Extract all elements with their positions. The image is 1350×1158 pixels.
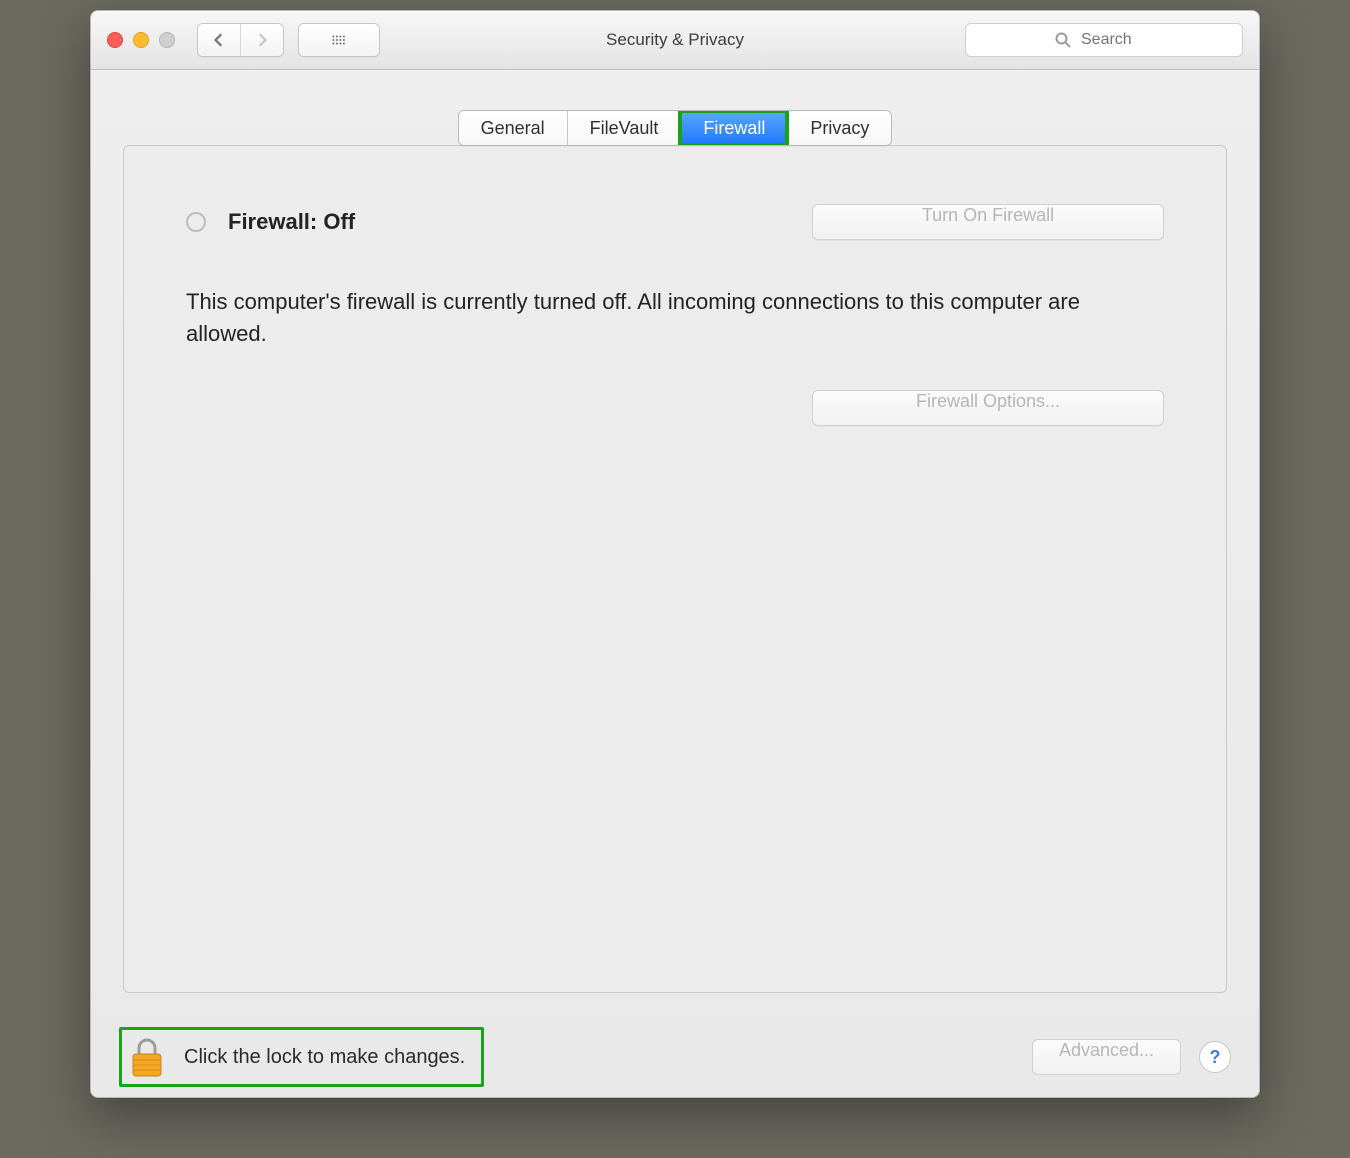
tab-filevault[interactable]: FileVault [567, 111, 681, 145]
minimize-window-button[interactable] [133, 32, 149, 48]
turn-on-firewall-button[interactable]: Turn On Firewall [812, 204, 1164, 240]
lock-text: Click the lock to make changes. [184, 1046, 465, 1069]
chevron-right-icon [255, 33, 269, 47]
status-row: Firewall: Off Turn On Firewall [186, 204, 1164, 240]
titlebar: Security & Privacy [91, 11, 1259, 70]
advanced-button[interactable]: Advanced... [1032, 1039, 1181, 1075]
options-row: Firewall Options... [186, 390, 1164, 426]
tab-general[interactable]: General [459, 111, 567, 145]
search-icon [1055, 32, 1071, 48]
zoom-window-button[interactable] [159, 32, 175, 48]
window-controls [107, 32, 175, 48]
preferences-window: Security & Privacy General FileVault Fir… [90, 10, 1260, 1098]
search-input[interactable] [1079, 30, 1153, 50]
firewall-description: This computer's firewall is currently tu… [186, 286, 1086, 350]
status-indicator-icon [186, 212, 206, 232]
close-window-button[interactable] [107, 32, 123, 48]
panel-body: General FileVault Firewall Privacy Firew… [91, 70, 1259, 1017]
firewall-status-label: Firewall: Off [228, 209, 355, 235]
lock-icon[interactable] [128, 1036, 166, 1078]
nav-group [197, 23, 284, 57]
tabs: General FileVault Firewall Privacy [458, 110, 893, 146]
show-all-button[interactable] [299, 24, 379, 56]
grid-icon [332, 33, 346, 47]
tab-firewall[interactable]: Firewall [680, 111, 787, 145]
tab-bar: General FileVault Firewall Privacy [123, 110, 1227, 146]
footer: Click the lock to make changes. Advanced… [91, 1017, 1259, 1097]
search-field[interactable] [965, 23, 1243, 57]
chevron-left-icon [212, 33, 226, 47]
back-button[interactable] [198, 24, 240, 56]
help-button[interactable]: ? [1199, 1041, 1231, 1073]
forward-button[interactable] [240, 24, 283, 56]
firewall-options-button[interactable]: Firewall Options... [812, 390, 1164, 426]
firewall-status: Firewall: Off [186, 209, 355, 235]
firewall-panel: Firewall: Off Turn On Firewall This comp… [123, 145, 1227, 993]
lock-group: Click the lock to make changes. [119, 1027, 484, 1087]
show-all-group [298, 23, 380, 57]
tab-privacy[interactable]: Privacy [787, 111, 891, 145]
